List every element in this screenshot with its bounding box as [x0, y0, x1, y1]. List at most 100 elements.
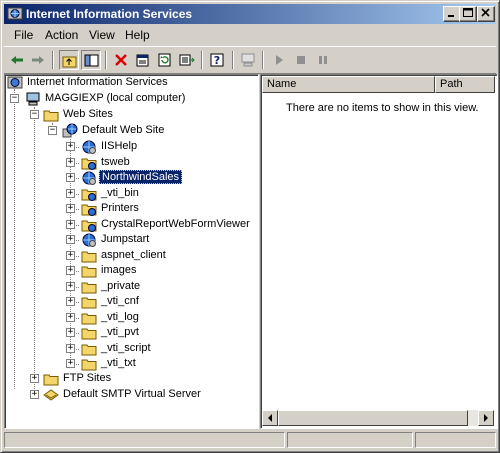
expand-toggle[interactable]: + — [66, 235, 75, 244]
tree-label: CrystalReportWebFormViewer — [101, 217, 250, 230]
expand-toggle[interactable]: + — [30, 390, 39, 399]
tree-label: FTP Sites — [63, 372, 112, 384]
toolbar: ? — [4, 46, 496, 74]
tree-item-smtp[interactable]: + Default SMTP Virtual Server — [5, 387, 255, 403]
tree-item-child[interactable]: + _private — [5, 279, 255, 295]
folder-icon — [81, 344, 97, 355]
expand-toggle[interactable]: + — [66, 157, 75, 167]
expand-toggle[interactable]: + — [30, 374, 39, 383]
column-header-path[interactable]: Path — [435, 76, 495, 93]
up-one-level-button[interactable] — [59, 50, 79, 70]
scroll-left-button[interactable] — [262, 410, 278, 426]
folder-icon — [81, 266, 97, 278]
tree-item-root[interactable]: Internet Information Services — [5, 75, 255, 91]
tree-item-child[interactable]: + CrystalReportWebFormViewer — [5, 217, 255, 233]
menu-file[interactable]: File — [14, 28, 33, 42]
pause-item-button[interactable] — [313, 50, 333, 70]
tree-item-child[interactable]: + tsweb — [5, 155, 255, 171]
back-button[interactable] — [7, 50, 27, 70]
folder-globe-icon — [81, 204, 97, 216]
tree-label: Default Web Site — [82, 124, 165, 136]
connect-computer-button[interactable] — [238, 50, 258, 70]
expand-toggle[interactable]: + — [66, 328, 75, 337]
column-header-name[interactable]: Name — [262, 76, 435, 93]
expand-toggle[interactable]: + — [66, 173, 75, 182]
tree-item-default-web-site[interactable]: − Default Web Site — [5, 123, 255, 139]
refresh-button[interactable] — [155, 50, 175, 70]
show-hide-tree-button[interactable] — [81, 50, 101, 70]
close-icon — [481, 8, 490, 17]
tree-label: Web Sites — [63, 108, 113, 120]
expand-toggle[interactable]: + — [66, 297, 75, 306]
collapse-toggle[interactable]: − — [30, 110, 39, 119]
tree-item-child[interactable]: + _vti_pvt — [5, 325, 255, 341]
iis-app-icon — [7, 7, 23, 20]
horizontal-scrollbar[interactable] — [262, 410, 494, 426]
empty-list-message: There are no items to show in this view. — [286, 102, 479, 114]
collapse-toggle[interactable]: − — [10, 94, 19, 103]
help-button[interactable]: ? — [208, 50, 228, 70]
tree-item-child[interactable]: + _vti_log — [5, 310, 255, 326]
maximize-button[interactable] — [459, 6, 477, 22]
menu-help[interactable]: Help — [125, 28, 150, 42]
tree-item-child[interactable]: + IISHelp — [5, 139, 255, 155]
tree-item-child[interactable]: + Printers — [5, 201, 255, 217]
expand-toggle[interactable]: + — [66, 188, 75, 198]
expand-toggle[interactable]: + — [66, 266, 75, 275]
scrollbar-thumb[interactable] — [278, 410, 468, 426]
delete-icon — [115, 54, 127, 66]
toolbar-separator — [105, 51, 107, 69]
status-panel — [4, 432, 285, 448]
menu-action[interactable]: Action — [45, 28, 78, 42]
expand-toggle[interactable]: + — [66, 312, 75, 322]
toolbar-separator — [232, 51, 234, 69]
delete-button[interactable] — [111, 50, 131, 70]
folder-globe-icon — [81, 220, 97, 232]
tree-item-child[interactable]: + _vti_txt — [5, 356, 255, 372]
expand-toggle[interactable]: + — [66, 250, 75, 260]
play-icon — [276, 55, 283, 65]
up-folder-icon — [62, 56, 77, 68]
expand-toggle[interactable]: + — [66, 359, 75, 368]
start-item-button[interactable] — [269, 50, 289, 70]
tree-item-child[interactable]: + _vti_bin — [5, 186, 255, 202]
tree-label: _vti_txt — [101, 357, 136, 369]
computer-icon — [241, 53, 255, 67]
tree-item-child[interactable]: + Jumpstart — [5, 232, 255, 248]
scroll-right-button[interactable] — [478, 410, 494, 426]
forward-button[interactable] — [28, 50, 48, 70]
expand-toggle[interactable]: + — [66, 281, 75, 291]
tree-item-ftp-sites[interactable]: + FTP Sites — [5, 371, 255, 387]
tree-label: Default SMTP Virtual Server — [63, 388, 201, 400]
tree-item-child[interactable]: + NorthwindSales — [5, 170, 255, 186]
main-window: Internet Information Services File Actio… — [0, 0, 500, 453]
expand-toggle[interactable]: + — [66, 142, 75, 151]
expand-toggle[interactable]: + — [66, 204, 75, 213]
iis-icon — [7, 76, 23, 89]
title-bar[interactable]: Internet Information Services — [4, 4, 496, 24]
close-button[interactable] — [477, 6, 495, 22]
properties-button[interactable] — [133, 50, 153, 70]
tree-item-child[interactable]: + _vti_script — [5, 341, 255, 357]
expand-toggle[interactable]: + — [66, 219, 75, 229]
tree-item-child[interactable]: + images — [5, 263, 255, 279]
details-pane[interactable]: Name Path There are no items to show in … — [260, 74, 498, 429]
export-list-button[interactable] — [177, 50, 197, 70]
menu-view[interactable]: View — [89, 28, 115, 42]
tree-item-child[interactable]: + aspnet_client — [5, 248, 255, 264]
tree-item-web-sites[interactable]: − Web Sites — [5, 107, 255, 123]
help-icon: ? — [210, 53, 224, 67]
tree-label: _vti_pvt — [101, 326, 139, 338]
stop-item-button[interactable] — [291, 50, 311, 70]
back-icon — [11, 56, 23, 64]
expand-toggle[interactable]: + — [66, 343, 75, 353]
tree-item-computer[interactable]: − MAGGIEXP (local computer) — [5, 91, 255, 107]
computer-icon — [26, 92, 40, 106]
folder-icon — [43, 374, 59, 386]
collapse-toggle[interactable]: − — [48, 126, 57, 135]
toolbar-separator — [52, 51, 54, 69]
tree-item-child[interactable]: + _vti_cnf — [5, 294, 255, 310]
tree-label: _private — [101, 279, 141, 292]
tree-pane[interactable]: Internet Information Services − MAGGIEXP… — [4, 74, 259, 429]
arrow-right-icon — [484, 414, 488, 422]
